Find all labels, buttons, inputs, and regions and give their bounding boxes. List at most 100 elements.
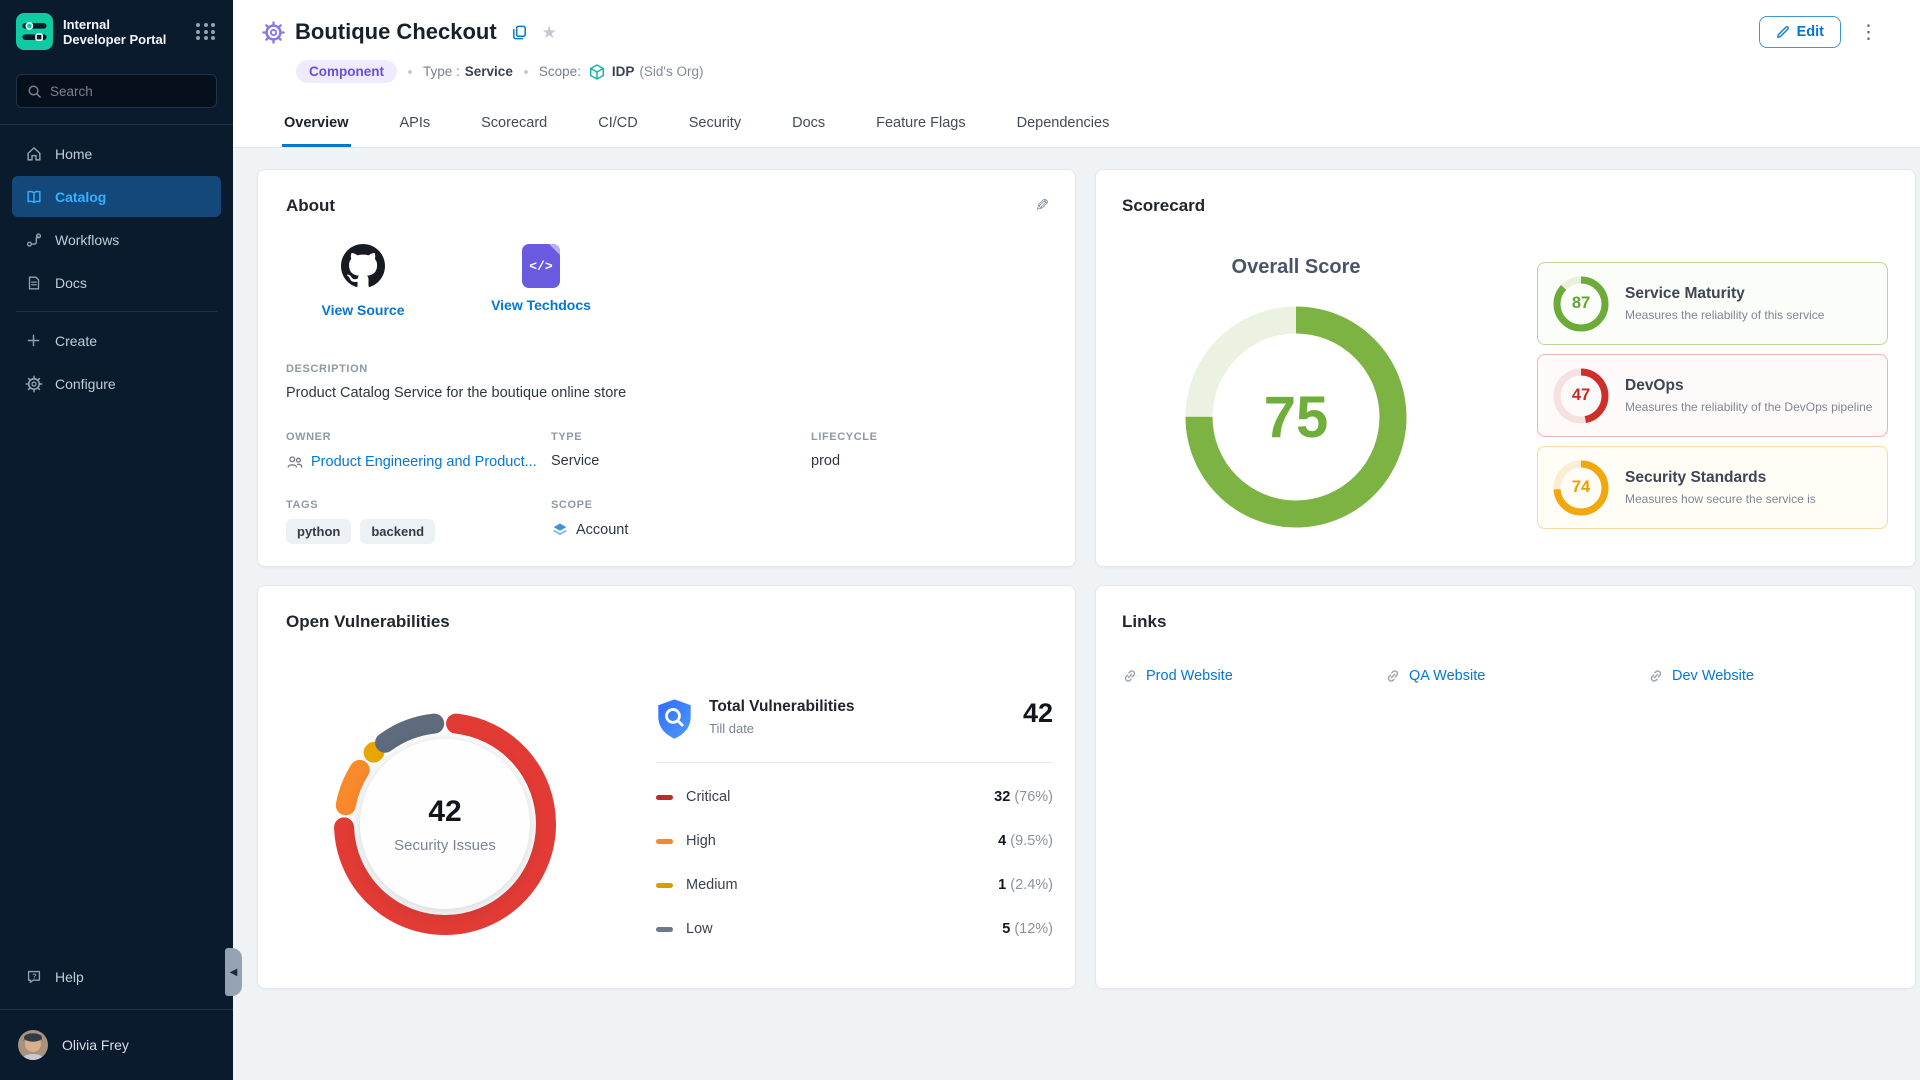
- help-icon: ?: [24, 968, 43, 987]
- edit-label: Edit: [1797, 24, 1824, 40]
- app-root: Internal Developer Portal Home: [0, 0, 1920, 1080]
- view-techdocs-label: View Techdocs: [486, 297, 596, 313]
- score-title: Security Standards: [1625, 469, 1816, 487]
- search-input[interactable]: [50, 84, 200, 99]
- scorecard-card: Scorecard Overall Score 75 87 Service Ma…: [1095, 169, 1916, 567]
- copy-icon[interactable]: [511, 24, 528, 41]
- scorecard-item-service-maturity[interactable]: 87 Service Maturity Measures the reliabi…: [1537, 262, 1888, 345]
- divider: [0, 124, 233, 125]
- scope-label: SCOPE: [551, 499, 593, 511]
- links-list: Prod Website QA Website Dev Website: [1122, 668, 1911, 684]
- page-header: Boutique Checkout ★ Edit ⋮ Component Typ…: [233, 0, 1920, 148]
- gear-icon: [24, 374, 43, 393]
- team-icon: [286, 453, 304, 471]
- workflows-icon: [24, 230, 43, 249]
- links-card: Links Prod Website QA Website Dev Websit…: [1095, 585, 1916, 989]
- link-icon: [1648, 668, 1664, 684]
- sidebar-item-home[interactable]: Home: [12, 133, 221, 174]
- severity-count: 32: [994, 789, 1010, 805]
- low-legend-dash: [656, 927, 673, 932]
- score-desc: Measures the reliability of the DevOps p…: [1625, 400, 1872, 414]
- app-grid-icon[interactable]: [193, 20, 219, 43]
- scorecard-list: 87 Service Maturity Measures the reliabi…: [1537, 262, 1888, 538]
- shield-scan-icon: [656, 698, 693, 740]
- sidebar-item-create[interactable]: Create: [12, 320, 221, 361]
- component-gear-icon: [262, 21, 285, 44]
- severity-label: Critical: [686, 789, 730, 805]
- overall-score-donut: 75: [1185, 306, 1407, 528]
- severity-label: Medium: [686, 877, 738, 893]
- sidebar-search[interactable]: [16, 74, 217, 108]
- score-desc: Measures how secure the service is: [1625, 492, 1816, 506]
- link-label: Prod Website: [1146, 668, 1233, 684]
- divider: [16, 311, 217, 312]
- lifecycle-label: LIFECYCLE: [811, 431, 878, 443]
- edit-button[interactable]: Edit: [1759, 16, 1841, 48]
- github-icon: [341, 244, 385, 288]
- owner-link[interactable]: Product Engineering and Product...: [286, 453, 537, 471]
- view-source-label: View Source: [308, 302, 418, 318]
- severity-row-critical: Critical 32 (76%): [656, 775, 1053, 819]
- component-badge[interactable]: Component: [296, 60, 397, 83]
- view-source-link[interactable]: View Source: [308, 244, 418, 318]
- score-desc: Measures the reliability of this service: [1625, 308, 1824, 322]
- overall-score-label: Overall Score: [1096, 256, 1496, 279]
- severity-row-medium: Medium 1 (2.4%): [656, 863, 1053, 907]
- user-menu[interactable]: Olivia Frey: [0, 1018, 233, 1080]
- severity-rows: Critical 32 (76%) High 4 (9.5%) Medium 1…: [656, 775, 1053, 951]
- more-options-icon[interactable]: ⋮: [1859, 23, 1878, 42]
- sidebar-item-label: Home: [55, 146, 92, 162]
- sidebar-collapse-handle[interactable]: ◀: [225, 948, 242, 996]
- tag-chip[interactable]: backend: [360, 519, 435, 544]
- link-icon: [1385, 668, 1401, 684]
- sidebar-item-configure[interactable]: Configure: [12, 363, 221, 404]
- severity-pct: (12%): [1014, 921, 1053, 937]
- logo-row: Internal Developer Portal: [0, 0, 233, 60]
- severity-pct: (76%): [1014, 789, 1053, 805]
- security-issues-label: Security Issues: [394, 837, 496, 854]
- tab-cicd[interactable]: CI/CD: [596, 105, 639, 147]
- severity-count: 1: [998, 877, 1006, 893]
- pencil-icon: [1776, 25, 1790, 39]
- portal-logo-icon: [16, 13, 53, 50]
- severity-label: High: [686, 833, 716, 849]
- severity-pct: (2.4%): [1010, 877, 1053, 893]
- tab-feature-flags[interactable]: Feature Flags: [874, 105, 967, 147]
- links-title: Links: [1122, 612, 1166, 631]
- link-prod-website[interactable]: Prod Website: [1122, 668, 1385, 684]
- page-title: Boutique Checkout: [295, 19, 497, 45]
- star-icon[interactable]: ★: [542, 24, 557, 41]
- catalog-icon: [24, 187, 43, 206]
- sidebar-item-workflows[interactable]: Workflows: [12, 219, 221, 260]
- score-value: 74: [1553, 460, 1609, 516]
- help-label: Help: [55, 969, 84, 985]
- scope-value: IDP: [612, 64, 635, 79]
- tab-docs[interactable]: Docs: [790, 105, 827, 147]
- vulnerabilities-donut-center: 42 Security Issues: [360, 739, 530, 909]
- scope-org: (Sid's Org): [639, 64, 703, 79]
- sidebar-item-docs[interactable]: Docs: [12, 262, 221, 303]
- link-dev-website[interactable]: Dev Website: [1648, 668, 1911, 684]
- tab-dependencies[interactable]: Dependencies: [1015, 105, 1112, 147]
- scorecard-item-devops[interactable]: 47 DevOps Measures the reliability of th…: [1537, 354, 1888, 437]
- tab-security[interactable]: Security: [687, 105, 743, 147]
- edit-about-icon[interactable]: ✎: [1035, 196, 1049, 216]
- search-icon: [27, 84, 42, 99]
- type-value: Service: [551, 453, 599, 469]
- link-qa-website[interactable]: QA Website: [1385, 668, 1648, 684]
- link-icon: [1122, 668, 1138, 684]
- view-techdocs-link[interactable]: </> View Techdocs: [486, 244, 596, 313]
- tag-chip[interactable]: python: [286, 519, 351, 544]
- plus-icon: [24, 331, 43, 350]
- breadcrumb: Component Type : Service Scope: IDP (Sid…: [296, 60, 1920, 83]
- severity-row-high: High 4 (9.5%): [656, 819, 1053, 863]
- sidebar-item-catalog[interactable]: Catalog: [12, 176, 221, 217]
- scorecard-item-security-standards[interactable]: 74 Security Standards Measures how secur…: [1537, 446, 1888, 529]
- scope-text: Account: [576, 522, 628, 538]
- tab-scorecard[interactable]: Scorecard: [479, 105, 549, 147]
- tab-apis[interactable]: APIs: [398, 105, 433, 147]
- sidebar-item-help[interactable]: ? Help: [12, 959, 221, 995]
- tab-overview[interactable]: Overview: [282, 105, 351, 147]
- techdocs-icon: </>: [522, 244, 560, 288]
- divider: [0, 1009, 233, 1010]
